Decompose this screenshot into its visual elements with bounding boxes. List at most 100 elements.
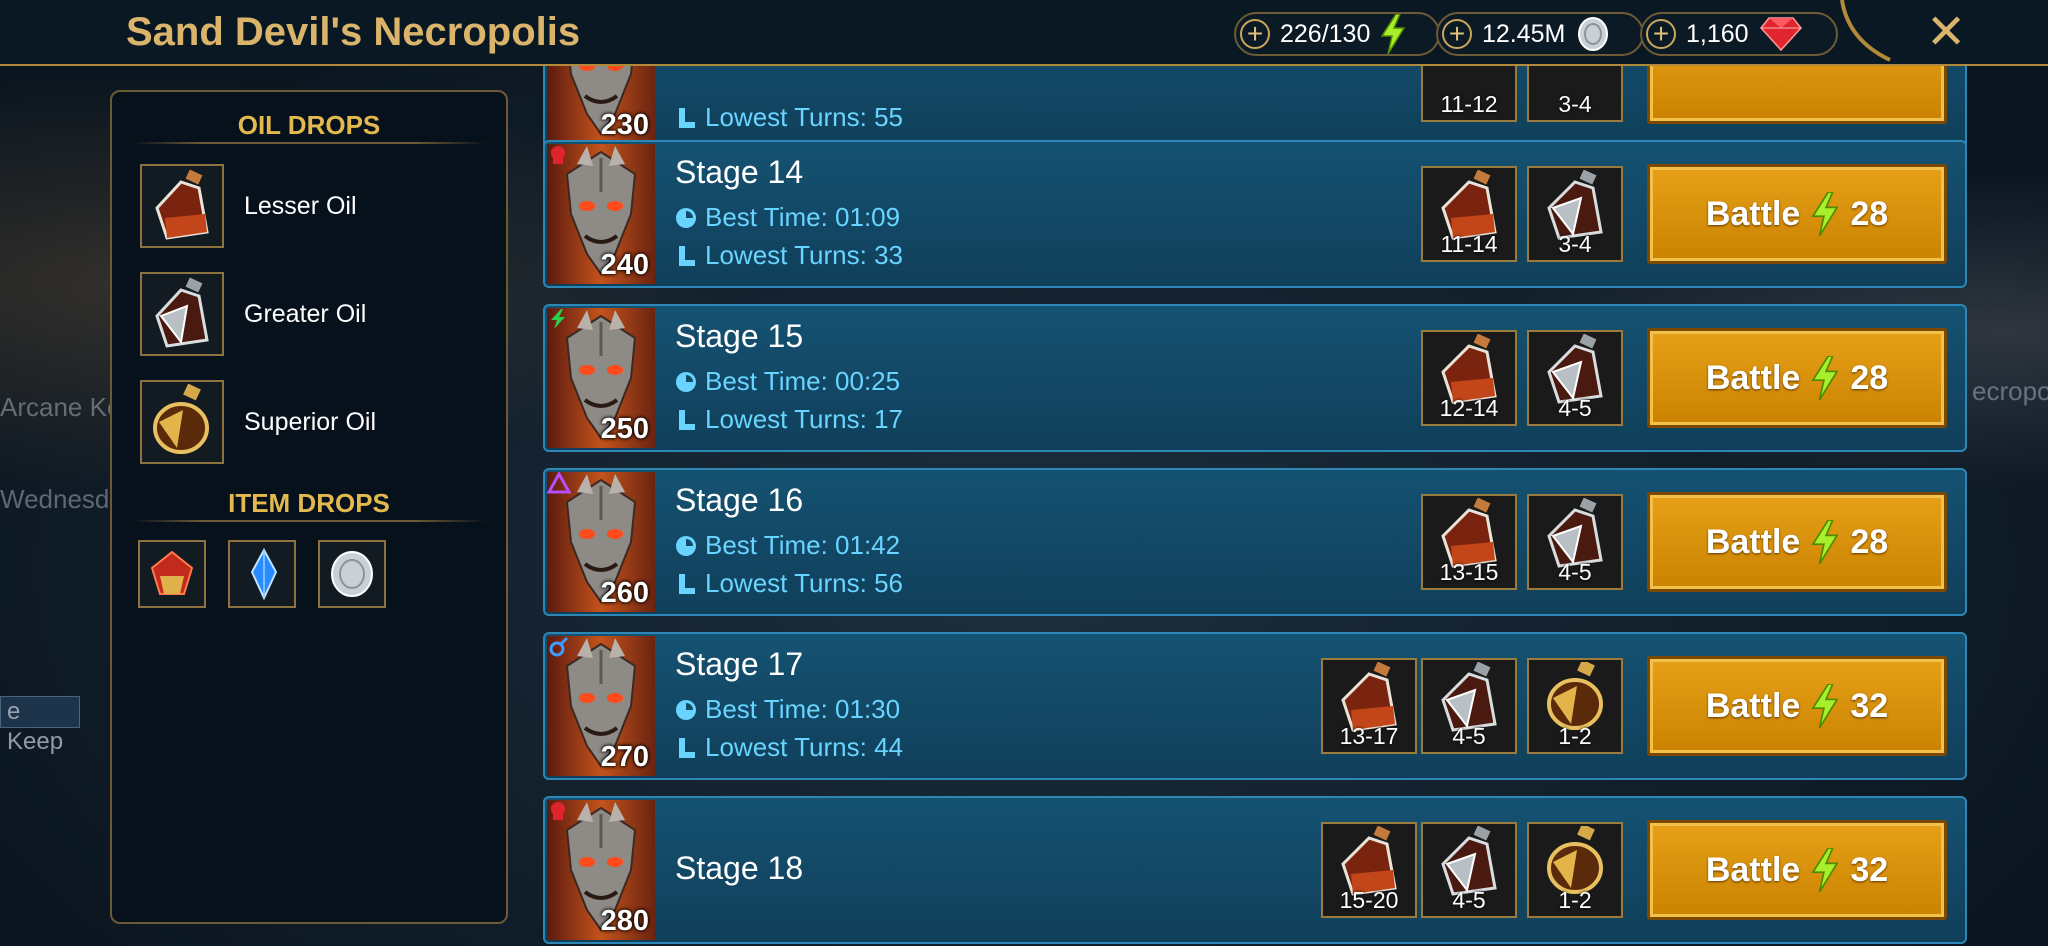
stage-row-16[interactable]: 260 Stage 16 Best Time: 01:42 Lowest Tur… (543, 468, 1967, 616)
battle-label: Battle (1705, 686, 1801, 725)
drop-range: 4-5 (1558, 559, 1592, 585)
lowest-turns-text: Lowest Turns: 44 (705, 732, 903, 762)
boot-icon (679, 107, 695, 128)
greater-oil-icon (1547, 170, 1603, 240)
stage-row-14[interactable]: 240 Stage 14 Best Time: 01:09 Lowest Tur… (543, 140, 1967, 288)
clock-icon (676, 699, 696, 720)
stage-name: Stage 15 (675, 318, 804, 354)
lesser-oil-drop[interactable]: 11-14 (1421, 166, 1517, 262)
drop-slot[interactable]: 11-12 (1421, 66, 1517, 122)
lesser-oil-icon (1341, 826, 1397, 896)
best-time: Best Time: 00:25 (675, 366, 900, 397)
lowest-turns: Lowest Turns: 55 (675, 102, 903, 133)
superior-oil-icon (140, 380, 224, 464)
drop-range: 13-17 (1339, 723, 1399, 749)
oil-item-greater[interactable]: Greater Oil (140, 270, 366, 358)
stage-row-15[interactable]: 250 Stage 15 Best Time: 00:25 Lowest Tur… (543, 304, 1967, 452)
drop-range: 15-20 (1339, 887, 1399, 913)
silver-counter[interactable]: + 12.45M (1436, 12, 1644, 56)
greater-oil-drop[interactable]: 4-5 (1527, 494, 1623, 590)
add-gems-icon[interactable]: + (1646, 19, 1676, 49)
boot-icon (679, 409, 695, 430)
clock-icon (676, 535, 696, 556)
greater-oil-drop[interactable]: 4-5 (1527, 330, 1623, 426)
battle-button[interactable] (1647, 66, 1947, 124)
bg-label-arcane: Arcane Ke (0, 392, 122, 422)
lesser-oil-icon (1441, 334, 1497, 404)
lesser-oil-drop[interactable]: 13-15 (1421, 494, 1517, 590)
bg-label-necropolis: ecropoli (1972, 376, 2048, 406)
add-energy-icon[interactable]: + (1240, 19, 1270, 49)
stage-row-17[interactable]: 270 Stage 17 Best Time: 01:30 Lowest Tur… (543, 632, 1967, 780)
stage-name: Stage 18 (675, 850, 804, 886)
top-bar: Sand Devil's Necropolis + 226/130 + 12.4… (0, 0, 2048, 66)
battle-button[interactable]: Battle 28 (1647, 492, 1947, 592)
lowest-turns-text: Lowest Turns: 56 (705, 568, 903, 598)
boss-portrait: 260 (547, 472, 655, 612)
lesser-oil-drop[interactable]: 13-17 (1321, 658, 1417, 754)
drop-range: 4-5 (1452, 887, 1486, 913)
boss-portrait: 270 (547, 636, 655, 776)
drop-slot[interactable]: 3-4 (1527, 66, 1623, 122)
lesser-oil-label: Lesser Oil (244, 191, 357, 220)
boss-portrait: 230 (547, 66, 655, 144)
boss-level: 240 (600, 249, 649, 281)
lowest-turns: Lowest Turns: 33 (675, 240, 903, 271)
lightning-icon (1811, 684, 1839, 728)
gem-counter[interactable]: + 1,160 (1640, 12, 1838, 56)
boot-icon (679, 573, 695, 594)
stage-name: Stage 17 (675, 646, 804, 682)
stage-name: Stage 14 (675, 154, 804, 190)
boss-level: 280 (600, 905, 649, 937)
greater-oil-label: Greater Oil (244, 299, 367, 328)
stage-row-partial[interactable]: 230 Lowest Turns: 55 11-12 3-4 (543, 66, 1967, 148)
battle-button[interactable]: Battle 32 (1647, 656, 1947, 756)
lesser-oil-drop[interactable]: 15-20 (1321, 822, 1417, 918)
energy-cost: 28 (1850, 194, 1889, 233)
silver-value: 12.45M (1482, 19, 1566, 48)
best-time-text: Best Time: 00:25 (705, 366, 901, 396)
greater-oil-drop[interactable]: 4-5 (1421, 822, 1517, 918)
item-drops-header: ITEM DROPS (228, 488, 390, 518)
boss-portrait: 280 (547, 800, 655, 940)
greater-oil-icon (1441, 662, 1497, 732)
energy-counter[interactable]: + 226/130 (1234, 12, 1440, 56)
battle-button[interactable]: Battle 28 (1647, 164, 1947, 264)
drop-range: 12-14 (1439, 395, 1499, 421)
energy-cost: 32 (1850, 850, 1889, 889)
lightning-icon (1811, 520, 1839, 564)
oil-item-lesser[interactable]: Lesser Oil (140, 162, 357, 250)
stage-row-18[interactable]: 280 Stage 18 15-20 4-5 1-2 Battle 32 (543, 796, 1967, 944)
greater-oil-drop[interactable]: 4-5 (1421, 658, 1517, 754)
lesser-oil-drop[interactable]: 12-14 (1421, 330, 1517, 426)
bg-label-wednesday: Wednesda (0, 484, 124, 514)
drops-panel: OIL DROPS Lesser Oil Greater Oil Superio… (110, 90, 508, 924)
red-gem-item-icon[interactable] (138, 540, 206, 608)
boss-level: 250 (600, 413, 649, 445)
close-button[interactable]: ✕ (1926, 4, 1966, 60)
oil-header-divider (132, 142, 486, 144)
drop-range: 1-2 (1558, 887, 1592, 913)
stage-list[interactable]: 230 Lowest Turns: 55 11-12 3-4 240 Stage… (543, 66, 1973, 946)
force-affinity-icon (551, 802, 565, 820)
clock-icon (676, 207, 696, 228)
item-header-divider (132, 520, 486, 522)
battle-button[interactable]: Battle 28 (1647, 328, 1947, 428)
battle-label: Battle (1705, 850, 1801, 889)
add-silver-icon[interactable]: + (1442, 19, 1472, 49)
superior-oil-drop[interactable]: 1-2 (1527, 822, 1623, 918)
best-time-text: Best Time: 01:30 (705, 694, 901, 724)
superior-oil-drop[interactable]: 1-2 (1527, 658, 1623, 754)
lesser-oil-icon (1341, 662, 1397, 732)
blue-shard-item-icon[interactable] (228, 540, 296, 608)
greater-oil-icon (1441, 826, 1497, 896)
lowest-turns: Lowest Turns: 17 (675, 404, 903, 435)
silver-coin-item-icon[interactable] (318, 540, 386, 608)
lowest-turns: Lowest Turns: 44 (675, 732, 903, 763)
greater-oil-drop[interactable]: 3-4 (1527, 166, 1623, 262)
lightning-icon (1811, 848, 1839, 892)
oil-item-superior[interactable]: Superior Oil (140, 378, 376, 466)
battle-button[interactable]: Battle 32 (1647, 820, 1947, 920)
boot-icon (679, 737, 695, 758)
bg-tag-keep: e Keep (0, 696, 80, 755)
